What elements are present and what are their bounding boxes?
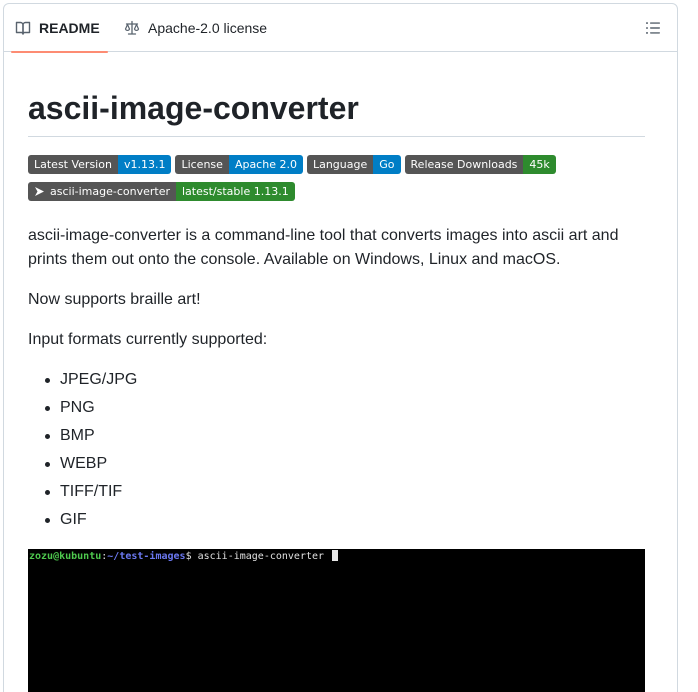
badge-value: Go (373, 155, 401, 174)
tab-readme[interactable]: README (11, 4, 108, 53)
list-unordered-icon (646, 22, 660, 34)
tab-license-label: Apache-2.0 license (148, 20, 268, 36)
badge-label: ascii-image-converter (28, 182, 176, 201)
badge-release-downloads[interactable]: Release Downloads 45k (404, 155, 556, 174)
terminal-demo-image: zozu@kubuntu:~/test-images$ ascii-image-… (28, 549, 645, 692)
badge-value: Apache 2.0 (228, 155, 303, 174)
list-item: JPEG/JPG (28, 368, 137, 396)
description-paragraph: ascii-image-converter is a command-line … (28, 227, 619, 268)
terminal-path: ~/test-images (107, 551, 186, 562)
snap-arrow-icon (35, 187, 44, 196)
tab-license[interactable]: Apache-2.0 license (120, 4, 271, 52)
readme-panel: README Apache-2.0 license ascii-image-co… (3, 3, 678, 692)
badge-snapcraft[interactable]: ascii-image-converter latest/stable 1.13… (28, 182, 295, 201)
badge-label: Language (306, 155, 374, 174)
badge-value: 45k (523, 155, 556, 174)
formats-heading: Input formats currently supported: (28, 331, 268, 348)
badge-label: Release Downloads (404, 155, 524, 174)
badge-value: v1.13.1 (117, 155, 172, 174)
book-icon (15, 21, 31, 35)
terminal-user-host: zozu@kubuntu (29, 551, 102, 562)
badge-row: ascii-image-converter latest/stable 1.13… (28, 182, 645, 201)
formats-list: JPEG/JPG PNG BMP WEBP TIFF/TIF GIF (28, 368, 137, 536)
badge-license[interactable]: License Apache 2.0 (175, 155, 303, 174)
readme-tabbar: README Apache-2.0 license (4, 4, 677, 53)
badge-value: latest/stable 1.13.1 (176, 182, 295, 201)
list-item: WEBP (28, 452, 137, 480)
badge-label: License (175, 155, 229, 174)
badge-row: Latest Version v1.13.1 License Apache 2.… (28, 155, 645, 174)
badge-language[interactable]: Language Go (306, 155, 401, 174)
terminal-cursor (332, 550, 339, 561)
law-scale-icon (124, 20, 140, 35)
list-item: PNG (28, 396, 137, 424)
tab-readme-label: README (39, 20, 100, 36)
terminal-command: $ ascii-image-converter (185, 551, 331, 562)
list-item: TIFF/TIF (28, 480, 137, 508)
badge-latest-version[interactable]: Latest Version v1.13.1 (28, 155, 172, 174)
braille-note: Now supports braille art! (28, 291, 201, 308)
badge-label: Latest Version (28, 155, 118, 174)
badge-label-text: ascii-image-converter (50, 185, 170, 198)
list-item: GIF (28, 508, 137, 536)
list-item: BMP (28, 424, 137, 452)
outline-toggle-button[interactable] (643, 18, 663, 38)
page-title: ascii-image-converter (28, 90, 645, 137)
badge-list: Latest Version v1.13.1 License Apache 2.… (28, 155, 645, 209)
